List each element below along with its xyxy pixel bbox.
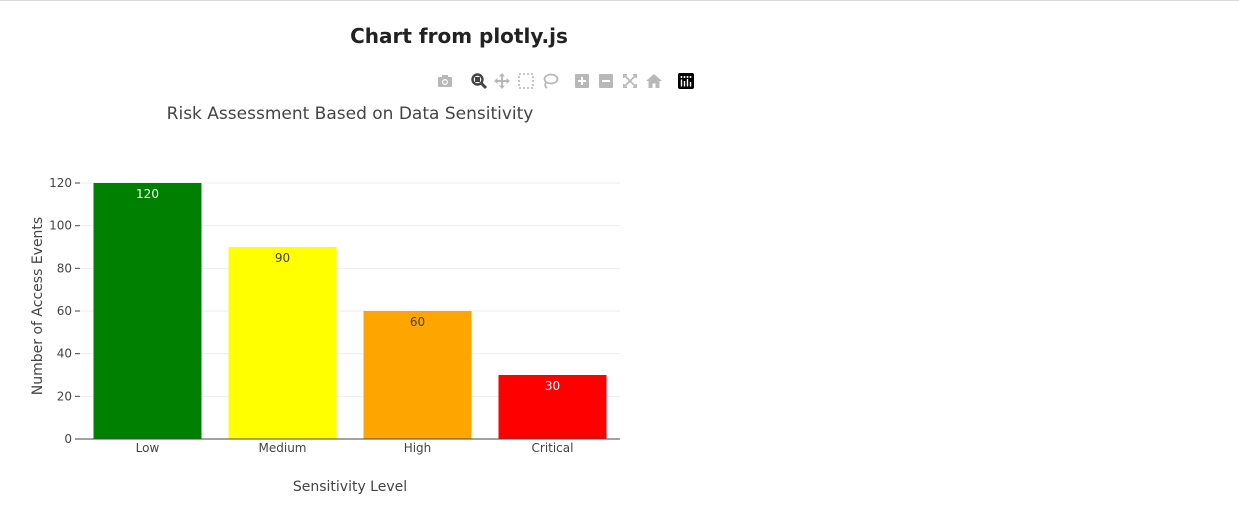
chart-title: Risk Assessment Based on Data Sensitivit…	[167, 104, 534, 124]
x-tick-label: Medium	[259, 441, 307, 455]
bar-medium[interactable]	[228, 247, 337, 439]
bar-low[interactable]	[93, 183, 202, 439]
data-label: 60	[410, 315, 425, 329]
y-tick-label: 100	[49, 219, 72, 233]
y-tick-label: 60	[57, 304, 72, 318]
bar-high[interactable]	[363, 311, 472, 439]
x-tick-label: Low	[136, 441, 160, 455]
y-tick-label: 40	[57, 347, 72, 361]
y-tick-label: 0	[64, 432, 72, 446]
bar-chart: Risk Assessment Based on Data Sensitivit…	[30, 104, 620, 495]
data-label: 90	[275, 251, 290, 265]
x-tick-label: High	[404, 441, 432, 455]
x-axis-title: Sensitivity Level	[293, 479, 407, 495]
y-tick-label: 120	[49, 176, 72, 190]
data-label: 30	[545, 379, 560, 393]
y-tick-label: 20	[57, 389, 72, 403]
data-label: 120	[136, 187, 159, 201]
x-tick-label: Critical	[532, 441, 574, 455]
y-axis-title: Number of Access Events	[30, 217, 46, 395]
y-tick-label: 80	[57, 261, 72, 275]
